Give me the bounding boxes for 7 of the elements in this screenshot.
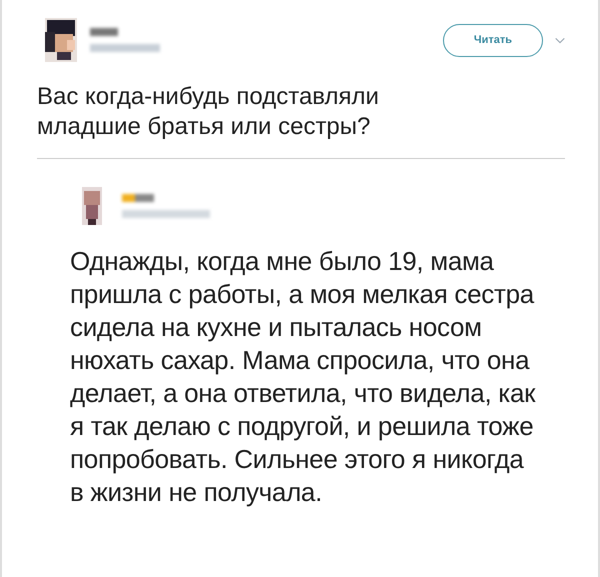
blurred-name xyxy=(122,194,154,202)
blurred-handle xyxy=(90,44,160,52)
reply-text: Однажды, когда мне было 19, мама пришла с работы, а моя мелкая сестра сидела на кухне и пыталась носом нюхать сахар. Мама спросила, что она делает, а она ответила, что видела, как я так делаю с подругой, и решила тоже попробовать. Сильнее этого я никогда в жизни не получала. xyxy=(70,245,536,509)
chevron-down-icon[interactable] xyxy=(555,36,565,44)
tweet-text: Вас когда-нибудь подставляли младшие братья или сестры? xyxy=(37,82,380,142)
blurred-name xyxy=(90,28,118,36)
follow-button[interactable]: Читать xyxy=(443,24,543,56)
